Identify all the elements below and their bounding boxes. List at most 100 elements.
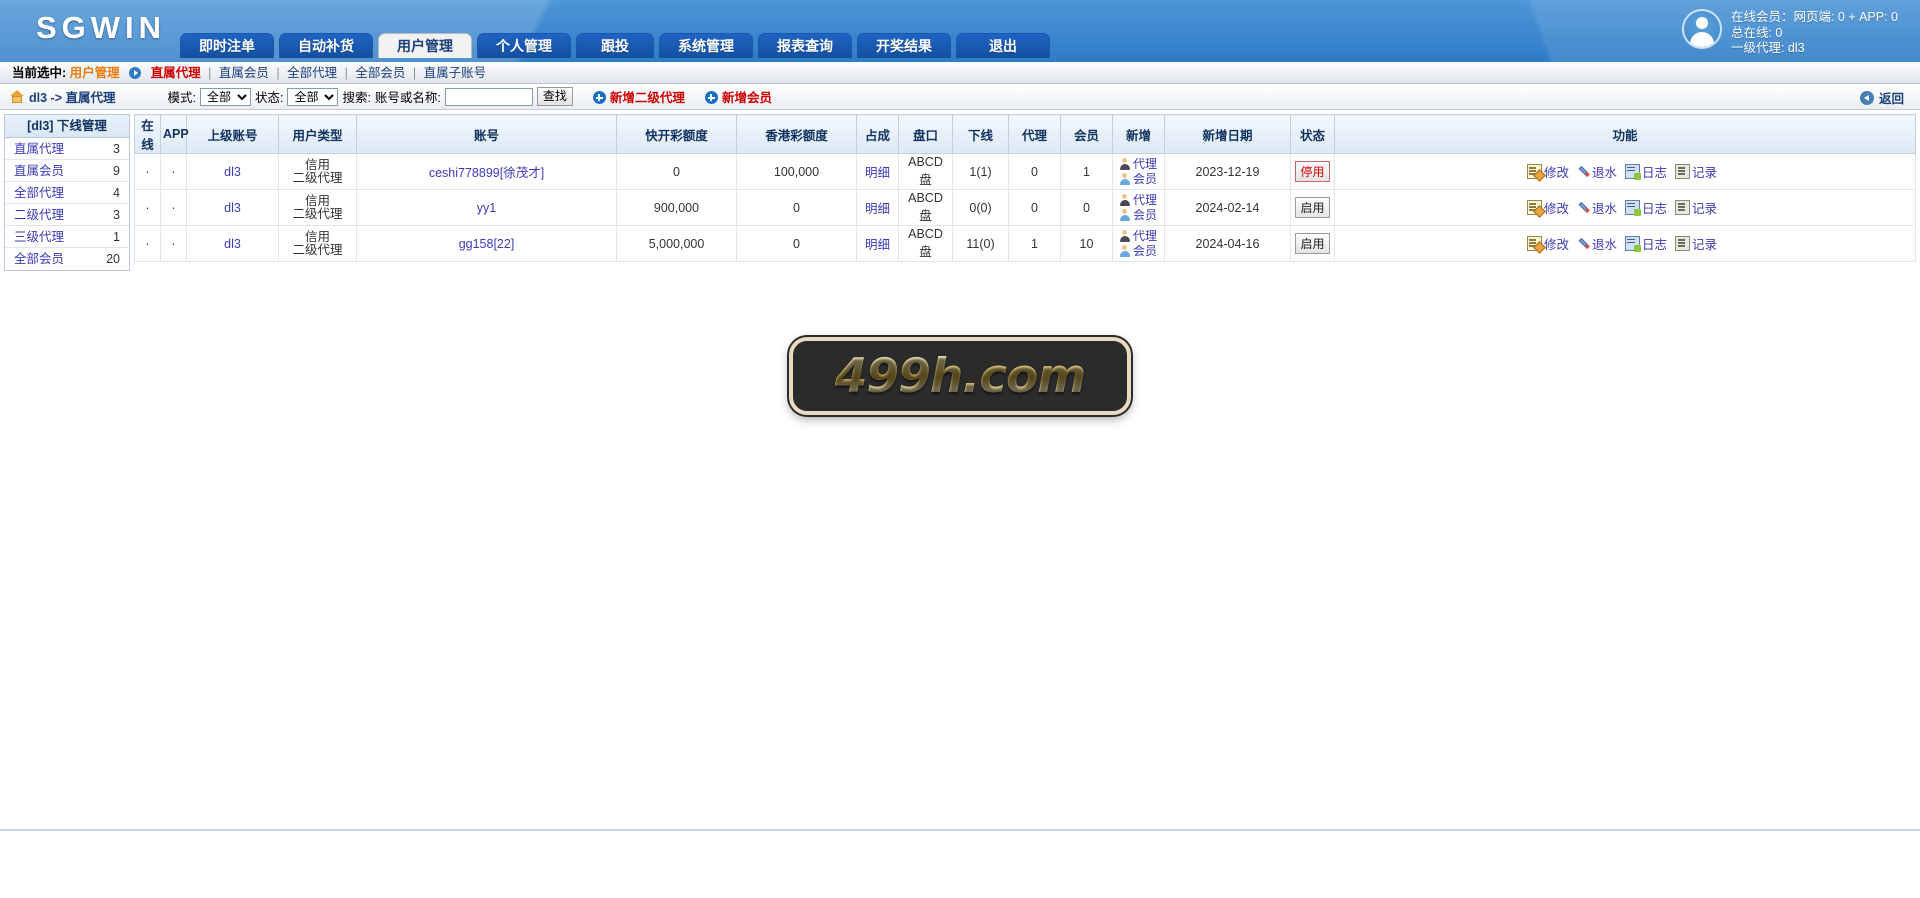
online-members-line: 在线会员：网页端: 0 + APP: 0 — [1730, 10, 1898, 24]
new-agent-button[interactable]: 代理 — [1119, 193, 1157, 207]
col-state: 状态 — [1290, 114, 1335, 154]
log-action[interactable]: 日志 — [1625, 198, 1667, 217]
add-member-label: 新增会员 — [721, 91, 772, 105]
cell-state[interactable]: 启用 — [1290, 189, 1335, 226]
subnav-item-direct-members[interactable]: 直属会员 — [219, 66, 269, 80]
sidebar-item-count: 4 — [113, 186, 120, 200]
account-link[interactable]: ceshi778899[徐茂才] — [429, 166, 544, 180]
cell-parent[interactable]: dl3 — [186, 153, 279, 190]
back-arrow-circle-icon — [1859, 90, 1874, 105]
sidebar-item-direct-members[interactable]: 直属会员 9 — [5, 160, 129, 182]
record-action[interactable]: 记录 — [1675, 162, 1717, 181]
tab-personal-management[interactable]: 个人管理 — [477, 33, 571, 58]
add-secondary-agent-button[interactable]: 新增二级代理 — [592, 87, 685, 106]
mode-select[interactable]: 全部 — [199, 87, 251, 106]
cell-share[interactable]: 明细 — [856, 225, 899, 262]
new-member-button[interactable]: 会员 — [1119, 172, 1157, 186]
edit-action[interactable]: 修改 — [1526, 162, 1569, 181]
back-label: 返回 — [1878, 92, 1904, 106]
edit-action[interactable]: 修改 — [1526, 198, 1569, 217]
tab-instant-orders[interactable]: 即时注单 — [180, 33, 274, 58]
state-toggle-button[interactable]: 停用 — [1295, 161, 1330, 182]
parent-account-link[interactable]: dl3 — [224, 201, 241, 215]
sidebar-item-all-members[interactable]: 全部会员 20 — [5, 248, 129, 270]
tab-system-management[interactable]: 系统管理 — [659, 33, 753, 58]
sidebar-item-label: 全部会员 — [14, 252, 65, 266]
sidebar-item-tertiary-agents[interactable]: 三级代理 1 — [5, 226, 129, 248]
cell-share[interactable]: 明细 — [856, 189, 899, 226]
cell-app: · — [160, 225, 187, 262]
cell-functions: 修改 退水 日志 记录 — [1334, 153, 1916, 190]
state-toggle-button[interactable]: 启用 — [1295, 197, 1330, 218]
subnav-item-all-members[interactable]: 全部会员 — [355, 66, 405, 80]
tab-user-management[interactable]: 用户管理 — [378, 33, 472, 58]
cell-share[interactable]: 明细 — [856, 153, 899, 190]
pencil-icon — [1574, 162, 1592, 180]
new-member-label: 会员 — [1133, 172, 1158, 186]
parent-account-link[interactable]: dl3 — [224, 165, 241, 179]
edit-icon — [1526, 236, 1542, 251]
edit-action[interactable]: 修改 — [1526, 234, 1569, 253]
account-link[interactable]: gg158[22] — [459, 237, 515, 251]
add-secondary-agent-label: 新增二级代理 — [609, 91, 685, 105]
status-select[interactable]: 全部 — [287, 87, 339, 106]
rebate-action[interactable]: 退水 — [1577, 234, 1617, 253]
member-person-icon — [1119, 245, 1130, 257]
sidebar-item-secondary-agents[interactable]: 二级代理 3 — [5, 204, 129, 226]
sidebar-item-direct-agents[interactable]: 直属代理 3 — [5, 138, 129, 160]
log-action[interactable]: 日志 — [1625, 234, 1667, 253]
tab-report-query[interactable]: 报表查询 — [758, 33, 852, 58]
pencil-icon — [1574, 234, 1592, 252]
cell-members: 1 — [1060, 153, 1113, 190]
record-action[interactable]: 记录 — [1675, 234, 1717, 253]
col-created-date: 新增日期 — [1164, 114, 1291, 154]
search-input[interactable] — [444, 87, 533, 106]
new-member-button[interactable]: 会员 — [1119, 244, 1157, 258]
subnav-item-direct-agents[interactable]: 直属代理 — [151, 66, 201, 80]
plus-circle-icon — [592, 91, 606, 104]
cell-market: ABCD盘 — [898, 153, 953, 190]
state-toggle-button[interactable]: 启用 — [1295, 233, 1330, 254]
agent-person-icon — [1119, 194, 1130, 206]
cell-account[interactable]: yy1 — [356, 189, 617, 226]
subnav-item-all-agents[interactable]: 全部代理 — [287, 66, 337, 80]
search-button[interactable]: 查找 — [536, 87, 573, 106]
back-button[interactable]: 返回 — [1859, 88, 1904, 107]
record-icon — [1675, 236, 1691, 251]
log-action[interactable]: 日志 — [1625, 162, 1667, 181]
tab-auto-restock[interactable]: 自动补货 — [279, 33, 373, 58]
rebate-action[interactable]: 退水 — [1577, 162, 1617, 181]
share-detail-link[interactable]: 明细 — [865, 202, 890, 216]
share-detail-link[interactable]: 明细 — [865, 238, 890, 252]
tab-lottery-results[interactable]: 开奖结果 — [857, 33, 951, 58]
tab-logout[interactable]: 退出 — [956, 33, 1050, 58]
add-member-button[interactable]: 新增会员 — [704, 87, 772, 106]
new-agent-button[interactable]: 代理 — [1119, 157, 1157, 171]
cell-fast-quota: 0 — [616, 153, 737, 190]
record-label: 记录 — [1692, 166, 1718, 180]
tab-follow-bet[interactable]: 跟投 — [576, 33, 654, 58]
record-action[interactable]: 记录 — [1675, 198, 1717, 217]
col-share: 占成 — [856, 114, 899, 154]
app-logo: SGWIN — [36, 10, 167, 45]
subnav-item-direct-subaccounts[interactable]: 直属子账号 — [424, 66, 487, 80]
main-nav-tabs: 即时注单 自动补货 用户管理 个人管理 跟投 系统管理 报表查询 开奖结果 退出 — [180, 33, 1050, 58]
cell-account[interactable]: gg158[22] — [356, 225, 617, 262]
cell-state[interactable]: 启用 — [1290, 225, 1335, 262]
cell-parent[interactable]: dl3 — [186, 225, 279, 262]
page-body: [dl3] 下线管理 直属代理 3 直属会员 9 全部代理 4 二级代理 3 三… — [0, 110, 1920, 271]
new-agent-label: 代理 — [1133, 157, 1158, 171]
rebate-action[interactable]: 退水 — [1577, 198, 1617, 217]
parent-account-link[interactable]: dl3 — [224, 237, 241, 251]
cell-parent[interactable]: dl3 — [186, 189, 279, 226]
share-detail-link[interactable]: 明细 — [865, 166, 890, 180]
sidebar-item-all-agents[interactable]: 全部代理 4 — [5, 182, 129, 204]
cell-downline: 0(0) — [952, 189, 1009, 226]
new-member-button[interactable]: 会员 — [1119, 208, 1157, 222]
cell-account[interactable]: ceshi778899[徐茂才] — [356, 153, 617, 190]
account-link[interactable]: yy1 — [477, 201, 496, 215]
new-agent-button[interactable]: 代理 — [1119, 229, 1157, 243]
cell-hk-quota: 0 — [736, 225, 857, 262]
cell-state[interactable]: 停用 — [1290, 153, 1335, 190]
filter-toolbar: dl3 -> 直属代理 模式: 全部 状态: 全部 搜索: 账号或名称: 查找 … — [0, 84, 1920, 110]
